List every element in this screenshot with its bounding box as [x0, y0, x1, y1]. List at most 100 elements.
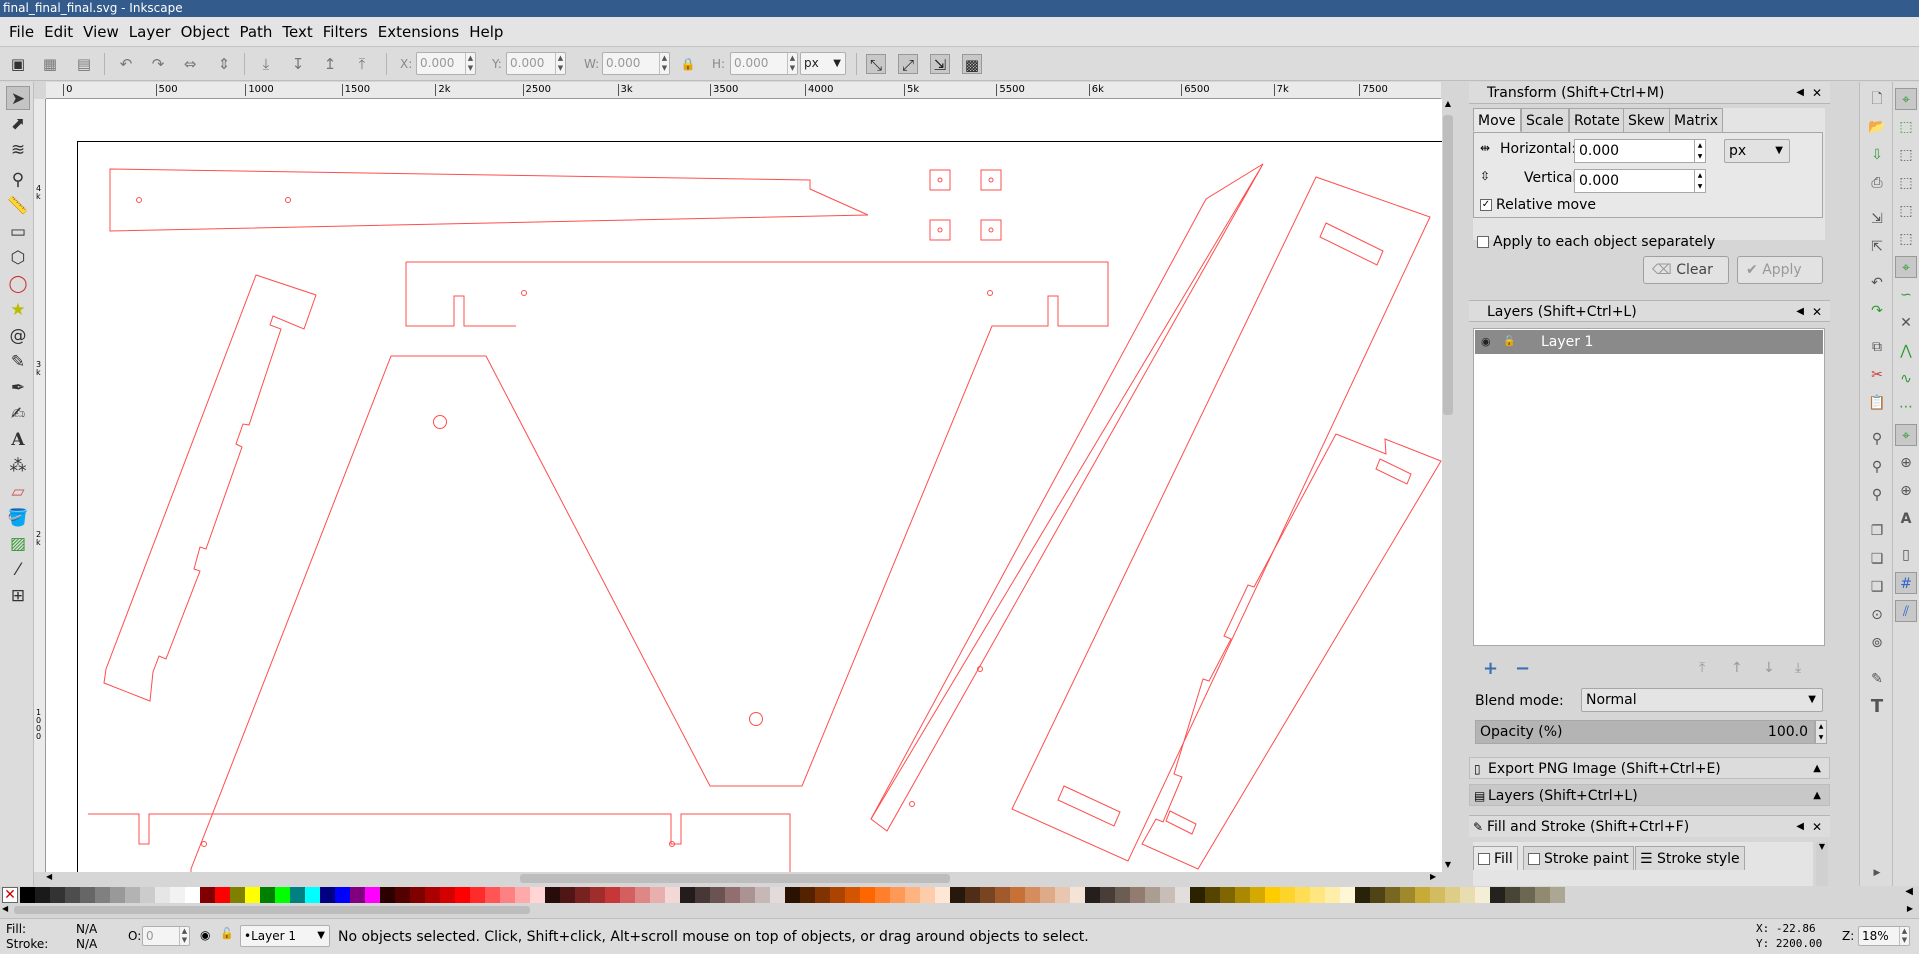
close-icon[interactable]: ✕: [1812, 301, 1822, 323]
transform-unit-select[interactable]: px ▼: [1724, 139, 1790, 163]
menu-extensions[interactable]: Extensions: [373, 17, 464, 47]
apply-each-checkbox[interactable]: Apply to each object separately: [1477, 234, 1715, 250]
color-swatch[interactable]: [350, 887, 365, 903]
color-swatch[interactable]: [1160, 887, 1175, 903]
lower-to-bottom-icon[interactable]: ⤓: [256, 54, 276, 74]
print-icon[interactable]: ⎙: [1866, 172, 1888, 194]
color-swatch[interactable]: [1535, 887, 1550, 903]
color-swatch[interactable]: [740, 887, 755, 903]
layer-down-icon[interactable]: ↓: [1763, 660, 1775, 676]
snap-bbox-edge-icon[interactable]: ⬚: [1895, 144, 1917, 166]
color-swatch[interactable]: [1430, 887, 1445, 903]
color-swatch[interactable]: [125, 887, 140, 903]
menu-help[interactable]: Help: [464, 17, 508, 47]
undo-icon[interactable]: ↶: [1866, 272, 1888, 294]
color-swatch[interactable]: [410, 887, 425, 903]
pencil-tool-icon[interactable]: ✎: [6, 350, 30, 374]
h-spin[interactable]: ▲ ▼: [787, 53, 797, 74]
flip-horizontal-icon[interactable]: ⇔: [180, 54, 200, 74]
calligraphy-tool-icon[interactable]: ✍: [6, 402, 30, 426]
color-swatch[interactable]: [575, 887, 590, 903]
eraser-tool-icon[interactable]: ▱: [6, 480, 30, 504]
color-swatch[interactable]: [695, 887, 710, 903]
menu-path[interactable]: Path: [234, 17, 277, 47]
horizontal-input[interactable]: 0.000: [1574, 139, 1706, 163]
color-swatch[interactable]: [785, 887, 800, 903]
color-swatch[interactable]: [1205, 887, 1220, 903]
scroll-right-icon[interactable]: ▶: [1430, 872, 1442, 881]
apply-button[interactable]: ✔ Apply: [1737, 256, 1823, 284]
remove-layer-icon[interactable]: −: [1515, 658, 1530, 679]
color-swatch[interactable]: [665, 887, 680, 903]
color-swatch[interactable]: [1445, 887, 1460, 903]
zoom-spin[interactable]: ▲ ▼: [1899, 927, 1909, 945]
group-icon[interactable]: ⊙: [1866, 604, 1888, 626]
color-swatch[interactable]: [1100, 887, 1115, 903]
raise-to-top-icon[interactable]: ⤒: [352, 54, 372, 74]
select-all-icon[interactable]: ▣: [8, 54, 28, 74]
color-swatch[interactable]: [50, 887, 65, 903]
tab-rotate[interactable]: Rotate: [1569, 108, 1625, 132]
layer-row[interactable]: ◉ 🔓 Layer 1: [1475, 330, 1823, 354]
star-tool-icon[interactable]: ★: [6, 298, 30, 322]
zoom-drawing-icon[interactable]: ⚲: [1866, 456, 1888, 478]
scale-stroke-icon[interactable]: ⤡: [866, 54, 886, 74]
color-swatch[interactable]: [1235, 887, 1250, 903]
text-tool-icon[interactable]: A: [6, 428, 30, 452]
layer-name[interactable]: Layer 1: [1541, 330, 1593, 354]
tab-fill[interactable]: Fill: [1473, 846, 1518, 870]
connector-tool-icon[interactable]: ⊞: [6, 584, 30, 608]
expand-icon[interactable]: ▲: [1813, 758, 1821, 780]
color-swatch[interactable]: [1385, 887, 1400, 903]
color-swatch[interactable]: [230, 887, 245, 903]
iconify-icon[interactable]: ◀: [1796, 816, 1804, 838]
color-swatch[interactable]: [605, 887, 620, 903]
current-layer-select[interactable]: •Layer 1 ▼: [240, 925, 330, 947]
copy-icon[interactable]: ⧉: [1866, 336, 1888, 358]
more-commands-icon[interactable]: ▶: [1866, 862, 1888, 884]
snap-bbox-corner-icon[interactable]: ⬚: [1895, 172, 1917, 194]
color-swatch[interactable]: [1280, 887, 1295, 903]
snap-text-baseline-icon[interactable]: A: [1895, 508, 1917, 530]
layers-collapsed-dialog[interactable]: ▤ Layers (Shift+Ctrl+L) ▲: [1469, 784, 1830, 806]
color-swatch[interactable]: [380, 887, 395, 903]
tab-scale[interactable]: Scale: [1521, 108, 1569, 132]
color-swatch[interactable]: [305, 887, 320, 903]
color-swatch[interactable]: [755, 887, 770, 903]
spray-tool-icon[interactable]: ⁂: [6, 454, 30, 478]
color-swatch[interactable]: [1070, 887, 1085, 903]
menu-edit[interactable]: Edit: [39, 17, 78, 47]
snap-path-icon[interactable]: ∽: [1895, 284, 1917, 306]
scroll-up-icon[interactable]: ▲: [1442, 99, 1454, 111]
select-all-layers-icon[interactable]: ▦: [40, 54, 60, 74]
snap-others-icon[interactable]: ⌖: [1895, 424, 1917, 446]
import-icon[interactable]: ⇲: [1866, 208, 1888, 230]
unit-select[interactable]: px ▼: [800, 52, 846, 75]
snap-rotation-center-icon[interactable]: ⊕: [1895, 480, 1917, 502]
pen-tool-icon[interactable]: ✒: [6, 376, 30, 400]
zoom-page-icon[interactable]: ⚲: [1866, 484, 1888, 506]
color-swatch[interactable]: [530, 887, 545, 903]
layer-visibility-icon[interactable]: ◉: [200, 928, 210, 942]
snap-nodes-icon[interactable]: ⌖: [1895, 256, 1917, 278]
menu-layer[interactable]: Layer: [124, 17, 176, 47]
color-swatch[interactable]: [1085, 887, 1100, 903]
color-swatch[interactable]: [935, 887, 950, 903]
dropper-tool-icon[interactable]: ⁄: [6, 558, 30, 582]
color-swatch[interactable]: [110, 887, 125, 903]
opacity-slider[interactable]: Opacity (%) 100.0: [1475, 720, 1815, 744]
color-swatch[interactable]: [770, 887, 785, 903]
tab-stroke-paint[interactable]: Stroke paint: [1523, 846, 1634, 870]
y-input[interactable]: 0.000 ▲ ▼: [506, 52, 566, 75]
zoom-tool-icon[interactable]: ⚲: [6, 168, 30, 192]
tab-matrix[interactable]: Matrix: [1669, 108, 1724, 132]
eye-icon[interactable]: ◉: [1481, 330, 1491, 354]
tab-stroke-style[interactable]: ☰ Stroke style: [1635, 846, 1745, 870]
color-swatch[interactable]: [1190, 887, 1205, 903]
new-document-icon[interactable]: 🗋: [1866, 88, 1888, 110]
palette-scroll-thumb[interactable]: [14, 906, 530, 914]
lock-icon[interactable]: 🔓: [1503, 330, 1515, 354]
deselect-icon[interactable]: ▤: [74, 54, 94, 74]
snap-page-border-icon[interactable]: ▯: [1895, 544, 1917, 566]
color-swatch[interactable]: [1505, 887, 1520, 903]
